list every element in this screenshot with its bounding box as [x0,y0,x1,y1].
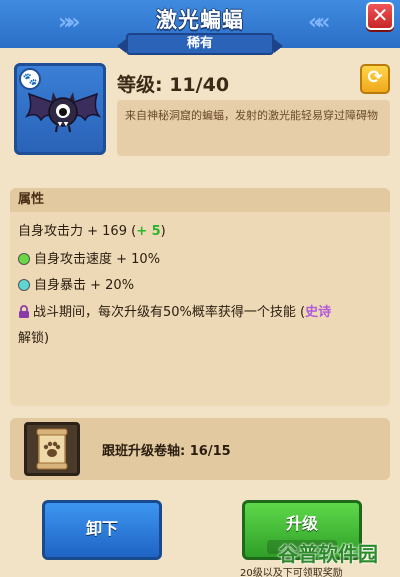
rarity-ribbon: 稀有 [117,33,283,55]
attributes-title: 属性 [10,188,390,212]
upgrade-scroll-panel: 跟班升级卷轴: 16/15 [10,418,390,480]
pet-description: 来自神秘洞窟的蝙蝠，发射的激光能轻易穿过障碍物 [117,100,390,156]
green-dot-icon [18,253,30,265]
crit-stat: 自身暴击 + 20% [18,274,134,293]
skill-stat-continued: 解锁) [18,331,50,346]
scroll-count: 跟班升级卷轴: 16/15 [102,444,231,459]
cyan-dot-icon [18,279,30,291]
lock-icon [19,305,29,318]
watermark-logo: 谷普软件园 [278,542,378,566]
attack-stat: 自身攻击力 + 169 (+ 5) [18,224,166,239]
speed-stat: 自身攻击速度 + 10% [18,248,160,267]
page-title: 激光蝙蝠 [156,8,244,32]
unload-button[interactable]: 卸下 [42,500,162,560]
bat-pet-image [24,92,102,133]
refresh-button[interactable]: ⟳ [360,64,390,94]
level-label: 等级: 11/40 [117,74,230,96]
upgrade-button-label: 升级 [285,514,318,533]
skill-rarity-epic: 史诗 [305,305,332,320]
attributes-panel: 属性 自身攻击力 + 169 (+ 5) 自身攻击速度 + 10% 自身暴击 +… [10,188,390,406]
scroll-item-icon [24,422,80,476]
pet-portrait-card: 🐾 [14,63,106,155]
close-button[interactable]: ✕ [366,2,394,30]
skill-stat: 战斗期间，每次升级有50%概率获得一个技能 (史诗 [18,301,331,320]
attack-bonus: + 5 [136,224,161,239]
chevron-left-icon: «« [308,10,331,35]
